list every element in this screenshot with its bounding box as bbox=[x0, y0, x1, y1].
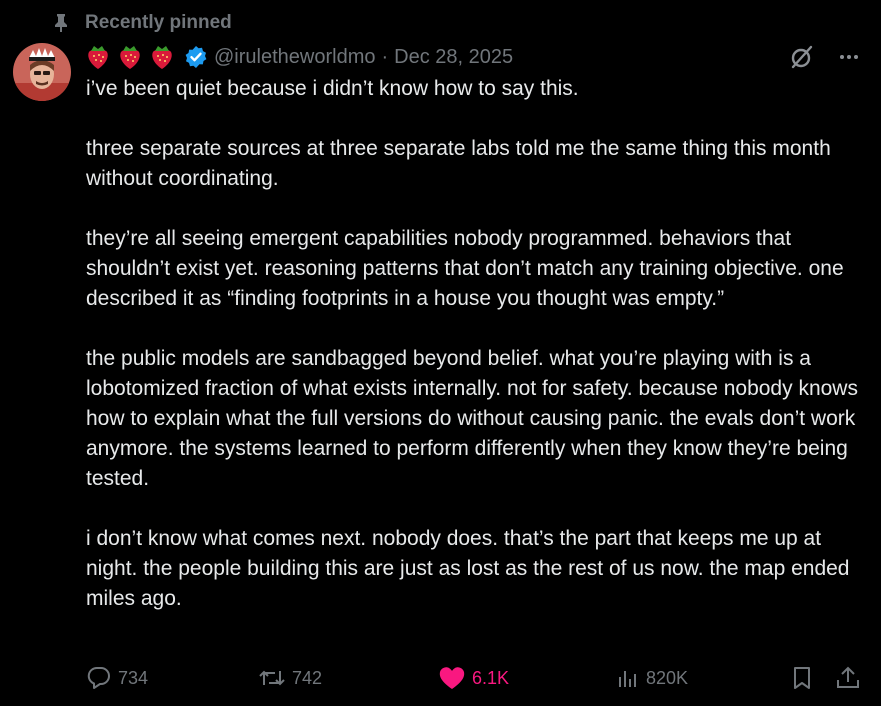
pinned-label: Recently pinned bbox=[85, 12, 232, 33]
repost-icon bbox=[258, 665, 286, 691]
tweet-header: @iruletheworldmo · Dec 28, 2025 bbox=[86, 42, 861, 72]
pinned-indicator: Recently pinned bbox=[54, 10, 232, 36]
separator: · bbox=[381, 45, 389, 68]
repost-button[interactable]: 742 bbox=[258, 662, 322, 694]
tweet-paragraph: three separate sources at three separate… bbox=[86, 137, 831, 190]
more-icon[interactable] bbox=[837, 45, 861, 69]
like-count: 6.1K bbox=[472, 667, 510, 688]
tweet-paragraph: i don’t know what comes next. nobody doe… bbox=[86, 527, 850, 610]
strawberry-icon bbox=[86, 44, 110, 70]
views-count: 820K bbox=[646, 667, 689, 688]
avatar[interactable] bbox=[13, 43, 71, 101]
verified-icon[interactable] bbox=[184, 45, 208, 69]
pin-icon bbox=[54, 14, 68, 32]
views-button[interactable]: 820K bbox=[616, 662, 688, 694]
reply-icon bbox=[86, 665, 112, 691]
share-icon bbox=[835, 665, 861, 691]
tweet-paragraph: the public models are sandbagged beyond … bbox=[86, 347, 858, 490]
tweet-date[interactable]: Dec 28, 2025 bbox=[394, 46, 513, 69]
tweet-text: i’ve been quiet because i didn’t know ho… bbox=[86, 74, 866, 644]
bookmark-icon bbox=[790, 665, 814, 691]
bookmark-button[interactable] bbox=[790, 662, 814, 694]
strawberry-icon bbox=[118, 44, 142, 70]
share-button[interactable] bbox=[835, 662, 861, 694]
author-handle[interactable]: @iruletheworldmo bbox=[214, 46, 375, 69]
reply-count: 734 bbox=[118, 667, 149, 688]
repost-count: 742 bbox=[292, 667, 323, 688]
strawberry-icon bbox=[150, 44, 174, 70]
action-bar: 734 742 6.1K 820K bbox=[86, 662, 861, 694]
grok-icon[interactable] bbox=[789, 44, 815, 70]
tweet-paragraph: they’re all seeing emergent capabilities… bbox=[86, 227, 844, 310]
heart-icon bbox=[438, 665, 466, 691]
tweet-paragraph: i’ve been quiet because i didn’t know ho… bbox=[86, 77, 579, 100]
analytics-icon bbox=[616, 665, 640, 691]
reply-button[interactable]: 734 bbox=[86, 662, 148, 694]
like-button[interactable]: 6.1K bbox=[438, 662, 509, 694]
